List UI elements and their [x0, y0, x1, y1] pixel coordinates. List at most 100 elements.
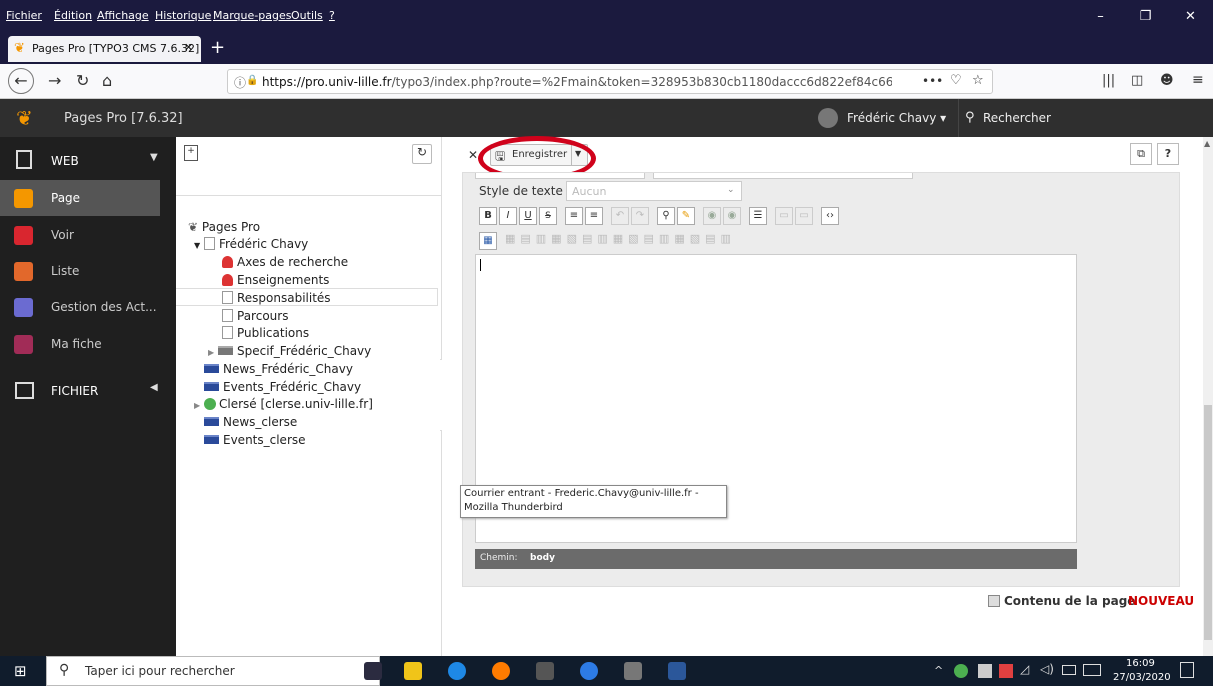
edge-icon[interactable]: [448, 662, 466, 680]
search-icon[interactable]: ⚲: [965, 110, 975, 125]
style-texte-select[interactable]: Aucun ⌄: [566, 181, 742, 201]
tree-item-root[interactable]: ❦ Pages Pro: [188, 220, 260, 234]
tree-item-parcours[interactable]: Parcours: [222, 309, 288, 323]
tray-icon[interactable]: [978, 664, 992, 678]
italic-icon[interactable]: I: [499, 207, 517, 225]
module-gestion[interactable]: Gestion des Act...: [0, 289, 176, 325]
app-icon[interactable]: [624, 662, 642, 680]
tree-item-events-fc[interactable]: Events_Frédéric_Chavy: [204, 380, 361, 394]
link-icon[interactable]: ◉: [703, 207, 721, 225]
unlink-icon[interactable]: ◉: [723, 207, 741, 225]
minimize-button[interactable]: –: [1078, 0, 1123, 33]
notifications-icon[interactable]: [1180, 662, 1194, 678]
underline-icon[interactable]: U: [519, 207, 537, 225]
tray-icon[interactable]: [999, 664, 1013, 678]
scrollbar-thumb[interactable]: [1204, 405, 1212, 640]
clock-date[interactable]: 27/03/2020: [1113, 672, 1171, 683]
check-icon[interactable]: [954, 664, 968, 678]
expand-icon[interactable]: ▶: [208, 348, 214, 357]
wifi-icon[interactable]: ◿: [1020, 662, 1029, 676]
horizontal-rule-icon[interactable]: ☰: [749, 207, 767, 225]
tree-item-news-clerse[interactable]: News_clerse: [204, 415, 297, 429]
menu-historique[interactable]: Historique: [155, 9, 211, 22]
thunderbird-icon[interactable]: [580, 662, 598, 680]
info-icon[interactable]: ⓘ: [234, 74, 246, 91]
open-new-window-icon[interactable]: ⧉: [1130, 143, 1152, 165]
tree-item-user[interactable]: ▼ Frédéric Chavy: [194, 237, 308, 251]
tree-item-specif[interactable]: ▶ Specif_Frédéric_Chavy: [208, 344, 371, 358]
new-tab-button[interactable]: +: [210, 37, 225, 58]
find-icon[interactable]: ⚲: [657, 207, 675, 225]
windows-start-icon[interactable]: ⊞: [14, 662, 27, 680]
bold-icon[interactable]: B: [479, 207, 497, 225]
module-page[interactable]: Page: [0, 180, 160, 216]
expand-icon[interactable]: ▼: [194, 241, 200, 250]
module-voir[interactable]: Voir: [0, 217, 176, 253]
redo-icon[interactable]: ↷: [631, 207, 649, 225]
volume-icon[interactable]: ◁): [1040, 662, 1054, 676]
back-icon[interactable]: ←: [8, 68, 34, 94]
extension-icon[interactable]: ☻: [1160, 73, 1174, 88]
help-icon[interactable]: ?: [1157, 143, 1179, 165]
taskbar-search[interactable]: ⚲ Taper ici pour rechercher: [46, 656, 380, 686]
page-actions-icon[interactable]: •••: [922, 74, 943, 88]
menu-outils[interactable]: Outils: [291, 9, 323, 22]
undo-icon[interactable]: ↶: [611, 207, 629, 225]
keyboard-icon[interactable]: [1083, 664, 1101, 676]
reload-icon[interactable]: ↻: [76, 71, 89, 90]
close-button[interactable]: ✕: [1168, 0, 1213, 33]
file-explorer-icon[interactable]: [404, 662, 422, 680]
restore-button[interactable]: ❐: [1123, 0, 1168, 33]
menu-marque-pages[interactable]: Marque-pages: [213, 9, 291, 22]
menu-edition[interactable]: Édition: [54, 9, 92, 22]
expand-icon[interactable]: ▶: [194, 401, 200, 410]
battery-icon[interactable]: [1062, 665, 1076, 675]
search-button[interactable]: Rechercher: [983, 111, 1051, 125]
tray-chevron-icon[interactable]: ^: [934, 664, 943, 677]
module-group-fichier[interactable]: FICHIER ◀: [0, 373, 176, 409]
home-icon[interactable]: ⌂: [102, 71, 112, 90]
clean-icon[interactable]: ✎: [677, 207, 695, 225]
menu-affichage[interactable]: Affichage: [97, 9, 149, 22]
close-icon[interactable]: ✕: [468, 148, 478, 162]
app-icon[interactable]: [536, 662, 554, 680]
refresh-icon[interactable]: ↻: [412, 144, 432, 164]
module-ma-fiche[interactable]: Ma fiche: [0, 326, 176, 362]
unordered-list-icon[interactable]: ≡: [585, 207, 603, 225]
comment-icon[interactable]: ▭: [795, 207, 813, 225]
image-insert-icon[interactable]: ▭: [775, 207, 793, 225]
site-title[interactable]: Pages Pro [7.6.32]: [64, 111, 183, 126]
table-icon[interactable]: ▦: [479, 232, 497, 250]
tree-item-events-clerse[interactable]: Events_clerse: [204, 433, 306, 447]
task-view-icon[interactable]: [364, 662, 382, 680]
url-bar[interactable]: ⓘ 🔒 https://pro.univ-lille.fr/typo3/inde…: [227, 69, 993, 94]
library-icon[interactable]: |||: [1102, 73, 1115, 88]
tree-item-news-fc[interactable]: News_Frédéric_Chavy: [204, 362, 353, 376]
forward-icon[interactable]: →: [48, 71, 61, 90]
module-group-web[interactable]: WEB ▼: [0, 143, 176, 179]
module-liste[interactable]: Liste: [0, 253, 176, 289]
pocket-icon[interactable]: ♡: [950, 73, 962, 88]
source-code-icon[interactable]: ‹›: [821, 207, 839, 225]
tree-item-enseignements[interactable]: Enseignements: [222, 273, 329, 287]
browser-tab[interactable]: ❦ Pages Pro [TYPO3 CMS 7.6.32] ✕: [8, 36, 201, 62]
typo3-logo-icon[interactable]: ❦: [16, 106, 33, 130]
new-page-icon[interactable]: +: [184, 145, 198, 161]
menu-help[interactable]: ?: [329, 9, 335, 22]
menu-icon[interactable]: ≡: [1192, 72, 1204, 88]
sidebar-icon[interactable]: ◫: [1131, 73, 1143, 88]
clock-time[interactable]: 16:09: [1126, 658, 1155, 669]
ordered-list-icon[interactable]: ≡: [565, 207, 583, 225]
bookmark-star-icon[interactable]: ☆: [972, 73, 984, 88]
user-menu[interactable]: Frédéric Chavy ▾: [847, 111, 946, 125]
scroll-up-icon[interactable]: ▲: [1204, 139, 1210, 148]
tree-item-clerse[interactable]: ▶ Clersé [clerse.univ-lille.fr]: [194, 397, 373, 411]
tree-item-axes[interactable]: Axes de recherche: [222, 255, 348, 269]
word-icon[interactable]: [668, 662, 686, 680]
avatar[interactable]: [818, 108, 838, 128]
tab-close-icon[interactable]: ✕: [184, 41, 193, 54]
strike-icon[interactable]: S: [539, 207, 557, 225]
tree-item-responsabilites[interactable]: Responsabilités: [222, 291, 331, 305]
tree-item-publications[interactable]: Publications: [222, 326, 309, 340]
path-value[interactable]: body: [530, 553, 555, 563]
